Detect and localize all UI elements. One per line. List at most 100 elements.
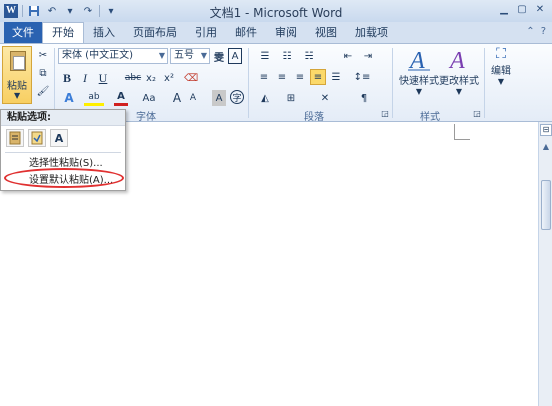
paste-button[interactable]: 粘贴 ▼: [2, 46, 32, 104]
set-default-paste-item[interactable]: 设置默认粘贴(A)...: [1, 172, 125, 189]
numbering-icon[interactable]: ☷: [278, 48, 296, 64]
italic-button[interactable]: I: [78, 70, 92, 86]
paragraph-launcher-icon[interactable]: ◲: [380, 108, 390, 118]
align-center-icon[interactable]: ≡: [274, 69, 290, 85]
change-case-icon[interactable]: Aa: [140, 90, 158, 106]
tabrow-right-controls: ⌃ ?: [526, 26, 546, 37]
decrease-indent-icon[interactable]: ⇤: [340, 48, 356, 64]
distributed-icon[interactable]: ☰: [328, 69, 344, 85]
page-corner-marker: [454, 124, 470, 140]
styles-launcher-icon[interactable]: ◲: [472, 108, 482, 118]
chinese-layout-icon[interactable]: ✕: [316, 90, 334, 106]
redo-icon[interactable]: ↷: [81, 4, 95, 18]
chevron-down-icon: ▼: [415, 87, 423, 96]
increase-indent-icon[interactable]: ⇥: [360, 48, 376, 64]
character-shading-icon[interactable]: A: [212, 90, 226, 106]
tab-references[interactable]: 引用: [186, 23, 226, 43]
paste-options-header: 粘贴选项:: [1, 110, 125, 126]
grow-font-icon[interactable]: A: [170, 90, 184, 106]
tab-page-layout[interactable]: 页面布局: [124, 23, 186, 43]
close-icon[interactable]: ✕: [532, 3, 548, 17]
phonetic-guide-icon[interactable]: 雯: [212, 48, 226, 64]
editing-label: 编辑: [491, 66, 511, 77]
align-right-icon[interactable]: ≡: [292, 69, 308, 85]
scrollbar-thumb[interactable]: [541, 180, 551, 230]
line-spacing-icon[interactable]: ↕≡: [352, 69, 372, 85]
character-border-icon[interactable]: A: [228, 48, 242, 64]
cut-icon[interactable]: ✂: [36, 48, 50, 62]
clear-formatting-icon[interactable]: ⌫: [184, 70, 198, 86]
copy-icon[interactable]: ⧉: [36, 66, 50, 80]
paragraph-group-label: 段落: [304, 112, 324, 123]
maximize-icon[interactable]: ▢: [514, 3, 530, 17]
show-hide-icon[interactable]: ¶: [356, 90, 372, 106]
minimize-ribbon-icon[interactable]: ⌃: [526, 26, 534, 37]
tab-file[interactable]: 文件: [4, 22, 42, 43]
chevron-down-icon: ▼: [200, 51, 207, 60]
keep-source-formatting-icon[interactable]: [6, 129, 24, 147]
enclose-characters-icon[interactable]: 字: [230, 90, 244, 104]
paste-label: 粘贴: [7, 81, 27, 92]
multilevel-list-icon[interactable]: ☵: [300, 48, 318, 64]
tab-mailings[interactable]: 邮件: [226, 23, 266, 43]
styles-group-label: 样式: [420, 112, 440, 123]
bullets-icon[interactable]: ☰: [256, 48, 274, 64]
qat-separator: [22, 5, 23, 17]
word-app-icon[interactable]: W: [4, 4, 18, 18]
chevron-down-icon: ▼: [158, 51, 165, 60]
ribbon-tab-row: 文件 开始 插入 页面布局 引用 邮件 审阅 视图 加载项 ⌃ ?: [0, 22, 552, 44]
svg-text:A: A: [408, 48, 425, 72]
justify-icon[interactable]: ≡: [310, 69, 326, 85]
tab-add-ins[interactable]: 加载项: [346, 23, 397, 43]
change-styles-button[interactable]: A 更改样式 ▼: [436, 46, 482, 104]
subscript-button[interactable]: x₂: [144, 70, 158, 86]
paste-option-icons: A: [1, 126, 125, 150]
font-size-select[interactable]: 五号 ▼: [170, 48, 210, 64]
save-icon[interactable]: [27, 4, 41, 18]
undo-icon[interactable]: ↶: [45, 4, 59, 18]
change-styles-icon: A: [448, 48, 465, 72]
group-separator: [392, 48, 393, 118]
title-bar: W ↶ ▾ ↷ ▾ 文档1 - Microsoft Word ▁ ▢ ✕: [0, 0, 552, 22]
keep-text-only-icon[interactable]: A: [50, 129, 68, 147]
align-left-icon[interactable]: ≡: [256, 69, 272, 85]
help-icon[interactable]: ?: [541, 26, 546, 37]
chevron-down-icon: ▼: [497, 77, 505, 86]
highlight-color-icon[interactable]: ab: [84, 90, 104, 106]
bold-button[interactable]: B: [60, 70, 74, 86]
borders-icon[interactable]: ⊞: [282, 90, 300, 106]
ruler-toggle-icon[interactable]: ⊟: [540, 124, 552, 136]
format-painter-icon[interactable]: 🖌: [36, 84, 50, 98]
editing-button[interactable]: ⛶ 编辑 ▼: [488, 46, 514, 104]
font-name-select[interactable]: 宋体 (中文正文) ▼: [58, 48, 168, 64]
tab-view[interactable]: 视图: [306, 23, 346, 43]
superscript-button[interactable]: x²: [162, 70, 176, 86]
quick-access-toolbar: W ↶ ▾ ↷ ▾: [0, 4, 118, 18]
scroll-up-icon[interactable]: ▲: [541, 142, 551, 152]
group-separator: [54, 48, 55, 118]
merge-formatting-icon[interactable]: [28, 129, 46, 147]
tab-home[interactable]: 开始: [42, 22, 84, 43]
customize-icon[interactable]: ▾: [104, 4, 118, 18]
quick-styles-icon: A: [408, 48, 430, 72]
chevron-down-icon[interactable]: ▾: [63, 4, 77, 18]
shrink-font-icon[interactable]: A: [186, 90, 200, 106]
tab-review[interactable]: 审阅: [266, 23, 306, 43]
quick-styles-label: 快速样式: [399, 76, 439, 87]
window-controls: ▁ ▢ ✕: [496, 3, 548, 17]
shading-icon[interactable]: ◭: [256, 90, 274, 106]
tab-insert[interactable]: 插入: [84, 23, 124, 43]
underline-button[interactable]: U: [96, 70, 110, 86]
group-separator: [484, 48, 485, 118]
paste-special-item[interactable]: 选择性粘贴(S)...: [1, 155, 125, 172]
font-group-label: 字体: [136, 112, 156, 123]
chevron-down-icon: ▼: [455, 87, 463, 96]
strikethrough-button[interactable]: abc: [124, 70, 142, 86]
paper-icon: [13, 56, 25, 70]
minimize-icon[interactable]: ▁: [496, 3, 512, 17]
font-color-icon[interactable]: A: [114, 90, 128, 106]
vertical-scrollbar[interactable]: ⊟ ▲: [538, 122, 552, 406]
paste-options-menu: 粘贴选项: A 选择性粘贴(S)... 设置默认粘贴(A)...: [0, 109, 126, 191]
menu-separator: [5, 152, 121, 153]
text-effects-icon[interactable]: A: [60, 90, 78, 106]
